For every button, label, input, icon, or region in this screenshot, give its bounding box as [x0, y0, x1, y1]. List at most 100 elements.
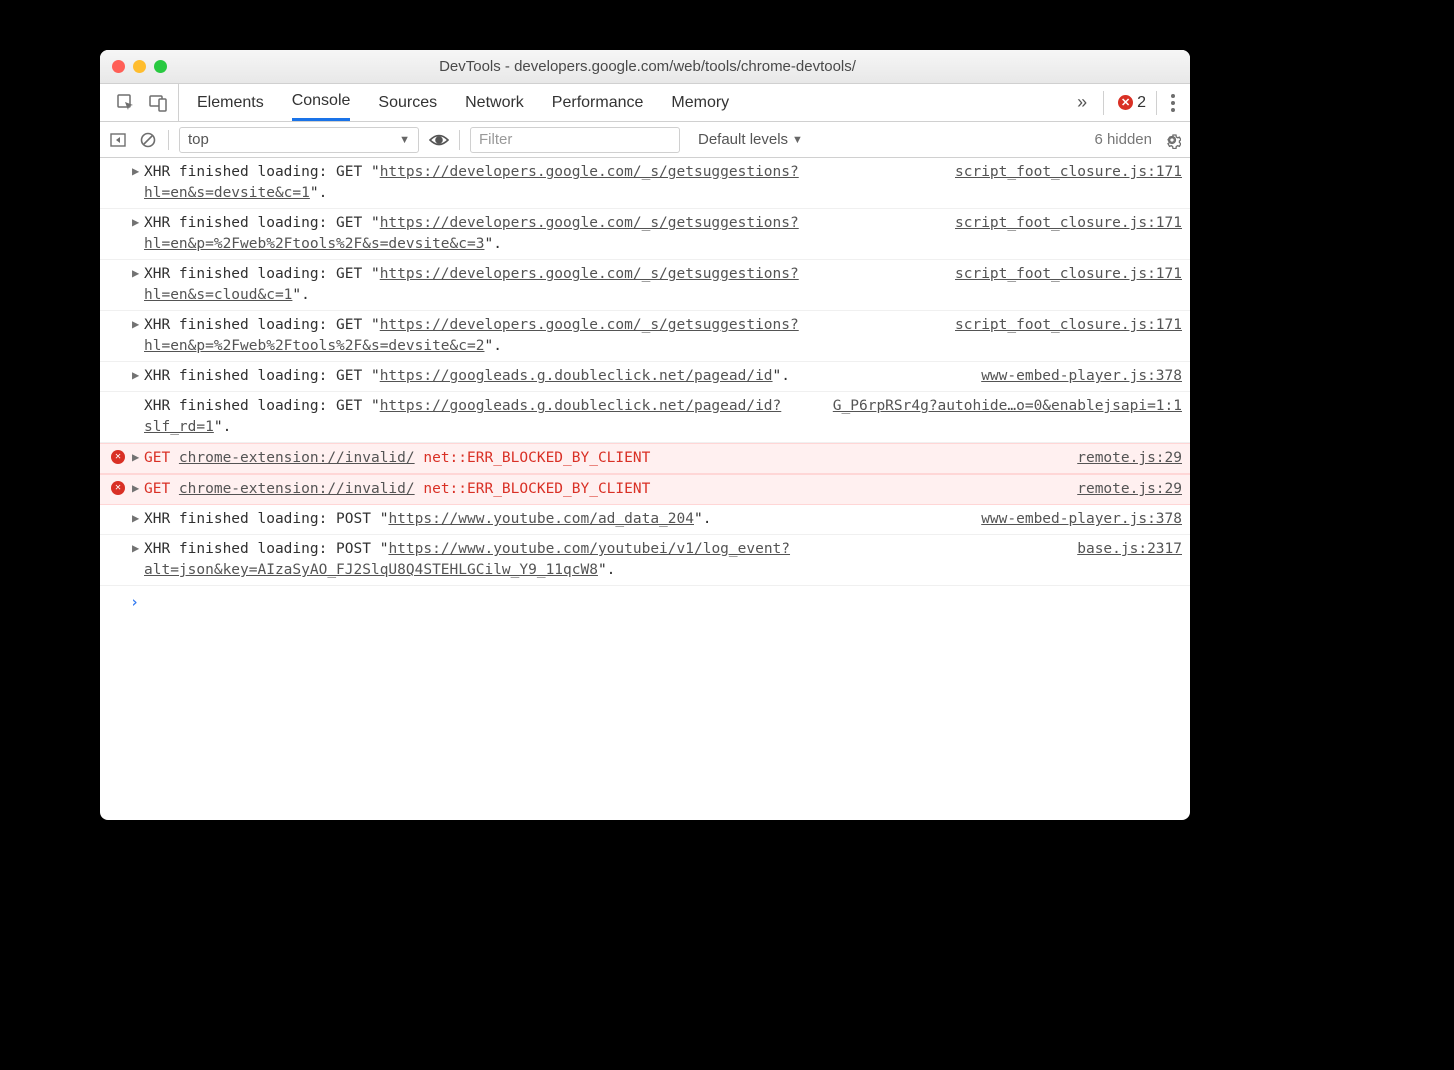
- request-url[interactable]: https://googleads.g.doubleclick.net/page…: [380, 368, 773, 384]
- console-message[interactable]: ▶XHR finished loading: GET "https://deve…: [100, 260, 1190, 311]
- message-source-link[interactable]: script_foot_closure.js:171: [955, 162, 1182, 183]
- log-levels-selector[interactable]: Default levels ▼: [698, 131, 803, 148]
- expand-arrow-icon[interactable]: ▶: [132, 509, 144, 530]
- clear-console-icon[interactable]: [138, 130, 158, 150]
- error-icon: ✕: [111, 481, 125, 495]
- overflow-tabs-button[interactable]: »: [1077, 92, 1093, 113]
- tab-memory[interactable]: Memory: [671, 86, 729, 120]
- message-source-link[interactable]: script_foot_closure.js:171: [955, 213, 1182, 234]
- tab-console[interactable]: Console: [292, 84, 351, 121]
- window-title: DevTools - developers.google.com/web/too…: [175, 58, 1120, 75]
- expand-arrow-icon: [132, 396, 144, 438]
- request-url[interactable]: chrome-extension://invalid/: [179, 481, 415, 497]
- request-url[interactable]: https://www.youtube.com/youtubei/v1/log_…: [144, 541, 790, 578]
- console-message[interactable]: XHR finished loading: GET "https://googl…: [100, 392, 1190, 443]
- console-message[interactable]: ▶XHR finished loading: GET "https://deve…: [100, 311, 1190, 362]
- message-gutter: [104, 264, 132, 306]
- dropdown-arrow-icon: ▼: [399, 134, 410, 146]
- request-url[interactable]: https://googleads.g.doubleclick.net/page…: [144, 398, 781, 435]
- message-source-link[interactable]: script_foot_closure.js:171: [955, 264, 1182, 285]
- request-url[interactable]: https://developers.google.com/_s/getsugg…: [144, 164, 799, 201]
- request-url[interactable]: https://developers.google.com/_s/getsugg…: [144, 215, 799, 252]
- message-text: XHR finished loading: GET "https://devel…: [144, 213, 955, 255]
- tab-sources[interactable]: Sources: [378, 86, 437, 120]
- message-gutter: [104, 396, 132, 438]
- request-url[interactable]: https://www.youtube.com/ad_data_204: [388, 511, 694, 527]
- message-text: XHR finished loading: GET "https://devel…: [144, 315, 955, 357]
- close-window-button[interactable]: [112, 60, 125, 73]
- devtools-window: DevTools - developers.google.com/web/too…: [100, 50, 1190, 820]
- expand-arrow-icon[interactable]: ▶: [132, 366, 144, 387]
- request-url[interactable]: https://developers.google.com/_s/getsugg…: [144, 317, 799, 354]
- hidden-messages-count[interactable]: 6 hidden: [1094, 131, 1152, 148]
- context-label: top: [188, 131, 209, 148]
- message-source-link[interactable]: www-embed-player.js:378: [981, 366, 1182, 387]
- device-toolbar-icon[interactable]: [148, 93, 168, 113]
- message-source-link[interactable]: www-embed-player.js:378: [981, 509, 1182, 530]
- console-message[interactable]: ▶XHR finished loading: POST "https://www…: [100, 535, 1190, 586]
- expand-arrow-icon[interactable]: ▶: [132, 479, 144, 500]
- dropdown-arrow-icon: ▼: [792, 134, 803, 146]
- zoom-window-button[interactable]: [154, 60, 167, 73]
- request-url[interactable]: https://developers.google.com/_s/getsugg…: [144, 266, 799, 303]
- message-gutter: [104, 162, 132, 204]
- minimize-window-button[interactable]: [133, 60, 146, 73]
- expand-arrow-icon[interactable]: ▶: [132, 162, 144, 204]
- tab-performance[interactable]: Performance: [552, 86, 644, 120]
- settings-menu-button[interactable]: [1156, 91, 1176, 115]
- expand-arrow-icon[interactable]: ▶: [132, 539, 144, 581]
- message-gutter: [104, 539, 132, 581]
- expand-arrow-icon[interactable]: ▶: [132, 264, 144, 306]
- message-gutter: [104, 315, 132, 357]
- titlebar: DevTools - developers.google.com/web/too…: [100, 50, 1190, 84]
- expand-arrow-icon[interactable]: ▶: [132, 213, 144, 255]
- console-message[interactable]: ▶XHR finished loading: GET "https://deve…: [100, 158, 1190, 209]
- levels-label: Default levels: [698, 131, 788, 148]
- traffic-lights: [112, 60, 167, 73]
- message-gutter: ✕: [104, 448, 132, 469]
- message-source-link[interactable]: remote.js:29: [1077, 479, 1182, 500]
- request-url[interactable]: chrome-extension://invalid/: [179, 450, 415, 466]
- message-text: XHR finished loading: GET "https://devel…: [144, 162, 955, 204]
- console-settings-icon[interactable]: [1162, 130, 1182, 150]
- message-text: XHR finished loading: GET "https://googl…: [144, 396, 833, 438]
- message-text: XHR finished loading: POST "https://www.…: [144, 539, 1077, 581]
- console-message[interactable]: ✕ ▶GET chrome-extension://invalid/ net::E…: [100, 474, 1190, 505]
- filter-input[interactable]: [470, 127, 680, 153]
- console-message[interactable]: ▶XHR finished loading: POST "https://www…: [100, 505, 1190, 535]
- show-console-sidebar-icon[interactable]: [108, 130, 128, 150]
- expand-arrow-icon[interactable]: ▶: [132, 448, 144, 469]
- error-status: net::ERR_BLOCKED_BY_CLIENT: [423, 450, 650, 466]
- request-method: GET: [144, 450, 179, 466]
- message-text: GET chrome-extension://invalid/ net::ERR…: [144, 448, 1077, 469]
- console-message[interactable]: ▶XHR finished loading: GET "https://goog…: [100, 362, 1190, 392]
- tab-network[interactable]: Network: [465, 86, 524, 120]
- devtools-tabbar: Elements Console Sources Network Performance…: [100, 84, 1190, 122]
- message-source-link[interactable]: remote.js:29: [1077, 448, 1182, 469]
- message-text: XHR finished loading: POST "https://www.…: [144, 509, 981, 530]
- error-status: net::ERR_BLOCKED_BY_CLIENT: [423, 481, 650, 497]
- live-expression-icon[interactable]: [429, 130, 449, 150]
- message-gutter: ✕: [104, 479, 132, 500]
- message-gutter: [104, 509, 132, 530]
- expand-arrow-icon[interactable]: ▶: [132, 315, 144, 357]
- message-text: XHR finished loading: GET "https://devel…: [144, 264, 955, 306]
- message-text: XHR finished loading: GET "https://googl…: [144, 366, 981, 387]
- execution-context-selector[interactable]: top ▼: [179, 127, 419, 153]
- message-gutter: [104, 366, 132, 387]
- message-source-link[interactable]: G_P6rpRSr4g?autohide…o=0&enablejsapi=1:1: [833, 396, 1182, 417]
- inspect-element-icon[interactable]: [116, 93, 136, 113]
- error-icon: ✕: [111, 450, 125, 464]
- message-text: GET chrome-extension://invalid/ net::ERR…: [144, 479, 1077, 500]
- message-gutter: [104, 213, 132, 255]
- error-count: 2: [1137, 94, 1146, 112]
- console-message[interactable]: ✕ ▶GET chrome-extension://invalid/ net::E…: [100, 443, 1190, 474]
- console-prompt[interactable]: ›: [100, 586, 1190, 620]
- message-source-link[interactable]: script_foot_closure.js:171: [955, 315, 1182, 336]
- console-output[interactable]: ▶XHR finished loading: GET "https://deve…: [100, 158, 1190, 820]
- tab-elements[interactable]: Elements: [197, 86, 264, 120]
- error-count-badge[interactable]: ✕ 2: [1103, 91, 1146, 115]
- message-source-link[interactable]: base.js:2317: [1077, 539, 1182, 560]
- console-message[interactable]: ▶XHR finished loading: GET "https://deve…: [100, 209, 1190, 260]
- request-method: GET: [144, 481, 179, 497]
